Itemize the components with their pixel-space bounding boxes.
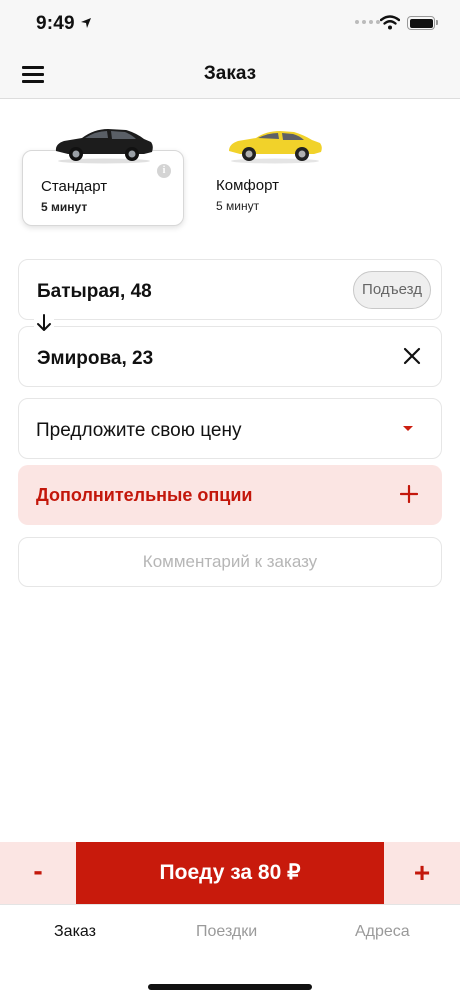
destination-address: Эмирова, 23 — [37, 348, 154, 369]
home-indicator — [148, 984, 312, 990]
increase-price-button[interactable]: + — [384, 842, 460, 904]
tariff-eta: 5 минут — [41, 200, 88, 214]
order-comment-field[interactable] — [18, 537, 442, 587]
close-icon[interactable] — [403, 347, 421, 370]
status-bar: 9:49 — [0, 0, 460, 50]
info-icon[interactable]: i — [157, 164, 171, 178]
tab-order[interactable]: Заказ — [54, 923, 96, 941]
tab-bar: Заказ Поездки Адреса — [0, 904, 460, 996]
price-offer-label: Предложите свою цену — [36, 420, 242, 441]
tariff-name: Комфорт — [216, 177, 279, 194]
plus-icon — [399, 484, 419, 508]
tariff-eta: 5 минут — [216, 199, 260, 213]
tariff-name: Стандарт — [41, 178, 108, 195]
location-arrow-icon — [80, 16, 92, 34]
order-bar: - Поеду за 80 ₽ + — [0, 842, 460, 904]
wifi-icon — [379, 15, 401, 35]
battery-icon — [407, 16, 438, 30]
price-offer-select[interactable]: Предложите свою цену — [18, 398, 442, 459]
cellular-signal-icon — [355, 20, 380, 24]
page-title: Заказ — [203, 63, 257, 84]
decrease-price-button[interactable]: - — [0, 842, 76, 904]
tab-addresses[interactable]: Адреса — [355, 923, 410, 941]
pickup-address: Батырая, 48 — [37, 281, 152, 302]
order-button[interactable]: Поеду за 80 ₽ — [76, 842, 384, 904]
additional-options-label: Дополнительные опции — [36, 485, 253, 505]
destination-address-field[interactable]: Эмирова, 23 — [18, 326, 442, 387]
tab-trips[interactable]: Поездки — [196, 923, 257, 941]
car-comfort-icon — [226, 124, 324, 169]
order-comment-input[interactable] — [19, 538, 441, 586]
arrow-down-icon — [34, 313, 54, 338]
car-standard-icon — [52, 124, 156, 169]
entrance-button[interactable]: Подъезд — [353, 271, 431, 309]
status-time: 9:49 — [36, 13, 75, 34]
caret-down-icon — [403, 426, 413, 431]
nav-bar: Заказ — [0, 50, 460, 99]
additional-options-button[interactable]: Дополнительные опции — [18, 465, 442, 525]
pickup-address-field[interactable]: Батырая, 48 Подъезд — [18, 259, 442, 320]
